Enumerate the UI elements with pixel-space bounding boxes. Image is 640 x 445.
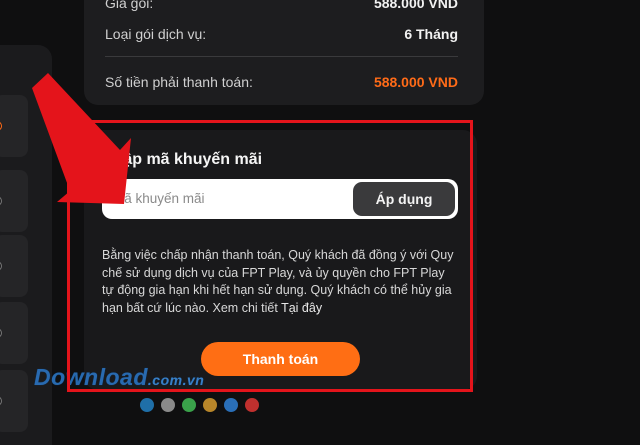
payment-method-card[interactable] — [0, 95, 28, 157]
order-summary-card: Giá gói: 588.000 VND Loại gói dịch vụ: 6… — [84, 0, 484, 105]
color-dots — [140, 398, 259, 412]
price-value: 588.000 VND — [373, 0, 458, 11]
dot — [182, 398, 196, 412]
radio-icon[interactable] — [0, 261, 2, 271]
price-label: Giá gói: — [105, 0, 154, 11]
radio-selected-icon[interactable] — [0, 121, 2, 131]
package-type-label: Loại gói dịch vụ: — [105, 26, 207, 42]
annotation-highlight-box — [67, 120, 473, 392]
package-type-value: 6 Tháng — [404, 26, 458, 42]
dot — [140, 398, 154, 412]
dot — [161, 398, 175, 412]
payment-method-card[interactable] — [0, 302, 28, 364]
price-row: Giá gói: 588.000 VND — [105, 0, 458, 11]
total-label: Số tiền phải thanh toán: — [105, 74, 253, 90]
payment-method-card[interactable] — [0, 370, 28, 432]
dot — [224, 398, 238, 412]
divider — [105, 56, 458, 57]
dot — [203, 398, 217, 412]
package-type-row: Loại gói dịch vụ: 6 Tháng — [105, 26, 458, 42]
radio-icon[interactable] — [0, 396, 2, 406]
dot — [245, 398, 259, 412]
payment-method-card[interactable] — [0, 170, 28, 232]
total-row: Số tiền phải thanh toán: 588.000 VND — [105, 74, 458, 90]
radio-icon[interactable] — [0, 328, 2, 338]
radio-icon[interactable] — [0, 196, 2, 206]
total-value: 588.000 VND — [373, 74, 458, 90]
payment-method-card[interactable] — [0, 235, 28, 297]
